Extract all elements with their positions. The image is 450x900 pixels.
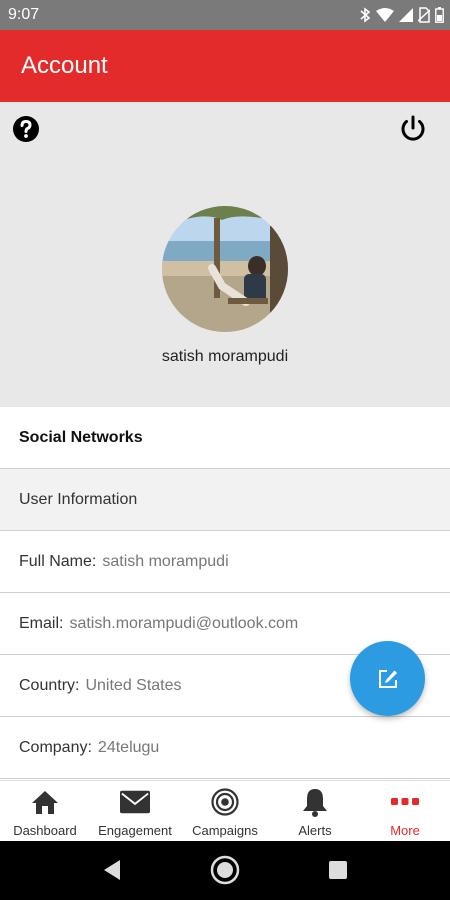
- status-bar: 9:07: [0, 0, 450, 30]
- nav-alerts[interactable]: Alerts: [270, 781, 360, 841]
- user-information-label: User Information: [19, 490, 138, 508]
- profile-header: satish morampudi: [0, 102, 450, 407]
- field-value: satish morampudi: [102, 552, 229, 570]
- nav-campaigns[interactable]: Campaigns: [180, 781, 270, 841]
- status-icons: [359, 7, 444, 23]
- home-button[interactable]: [210, 855, 240, 885]
- mail-icon: [120, 790, 150, 814]
- home-circle-icon: [210, 855, 240, 885]
- logout-button[interactable]: [398, 114, 428, 144]
- bluetooth-icon: [360, 7, 371, 23]
- full-name-row: Full Name: satish morampudi: [0, 531, 450, 593]
- back-button[interactable]: [97, 855, 127, 885]
- avatar[interactable]: [162, 206, 288, 332]
- home-icon: [32, 791, 58, 814]
- nav-label: Alerts: [298, 823, 332, 838]
- nav-more[interactable]: More: [360, 781, 450, 841]
- recents-square-icon: [329, 861, 347, 879]
- edit-profile-button[interactable]: [350, 641, 425, 716]
- target-icon: [211, 788, 239, 816]
- power-icon: [401, 115, 425, 141]
- more-dots-icon: [391, 798, 419, 805]
- back-triangle-icon: [104, 860, 120, 880]
- nav-label: Campaigns: [192, 823, 258, 838]
- edit-icon: [378, 669, 397, 688]
- system-nav-bar: [0, 841, 450, 900]
- nav-label: More: [390, 823, 420, 838]
- question-circle-icon: [13, 116, 39, 142]
- social-networks-row[interactable]: Social Networks: [0, 407, 450, 469]
- social-networks-label: Social Networks: [19, 428, 143, 446]
- nav-label: Engagement: [98, 823, 172, 838]
- field-label: Company:: [19, 738, 92, 756]
- signal-icon: [399, 8, 413, 22]
- field-label: Email:: [19, 614, 64, 632]
- field-value: United States: [85, 676, 182, 694]
- nav-engagement[interactable]: Engagement: [90, 781, 180, 841]
- page-title: Account: [21, 52, 108, 79]
- avatar-photo: [162, 206, 288, 332]
- nav-dashboard[interactable]: Dashboard: [0, 781, 90, 841]
- wifi-icon: [376, 8, 394, 22]
- user-information-header: User Information: [0, 469, 450, 531]
- recents-button[interactable]: [323, 855, 353, 885]
- company-row: Company: 24telugu: [0, 717, 450, 779]
- field-label: Full Name:: [19, 552, 97, 570]
- profile-name: satish morampudi: [161, 348, 289, 365]
- field-label: Country:: [19, 676, 80, 694]
- app-bar: Account: [0, 30, 450, 102]
- status-time: 9:07: [8, 6, 40, 23]
- field-value: satish.morampudi@outlook.com: [69, 614, 299, 632]
- help-button[interactable]: [12, 115, 40, 143]
- field-value: 24telugu: [97, 738, 160, 756]
- bell-icon: [303, 789, 327, 817]
- nav-label: Dashboard: [13, 823, 77, 838]
- bottom-nav: Dashboard Engagement Campaigns Alerts Mo…: [0, 780, 450, 841]
- battery-icon: [435, 7, 444, 23]
- no-sim-icon: [418, 7, 430, 23]
